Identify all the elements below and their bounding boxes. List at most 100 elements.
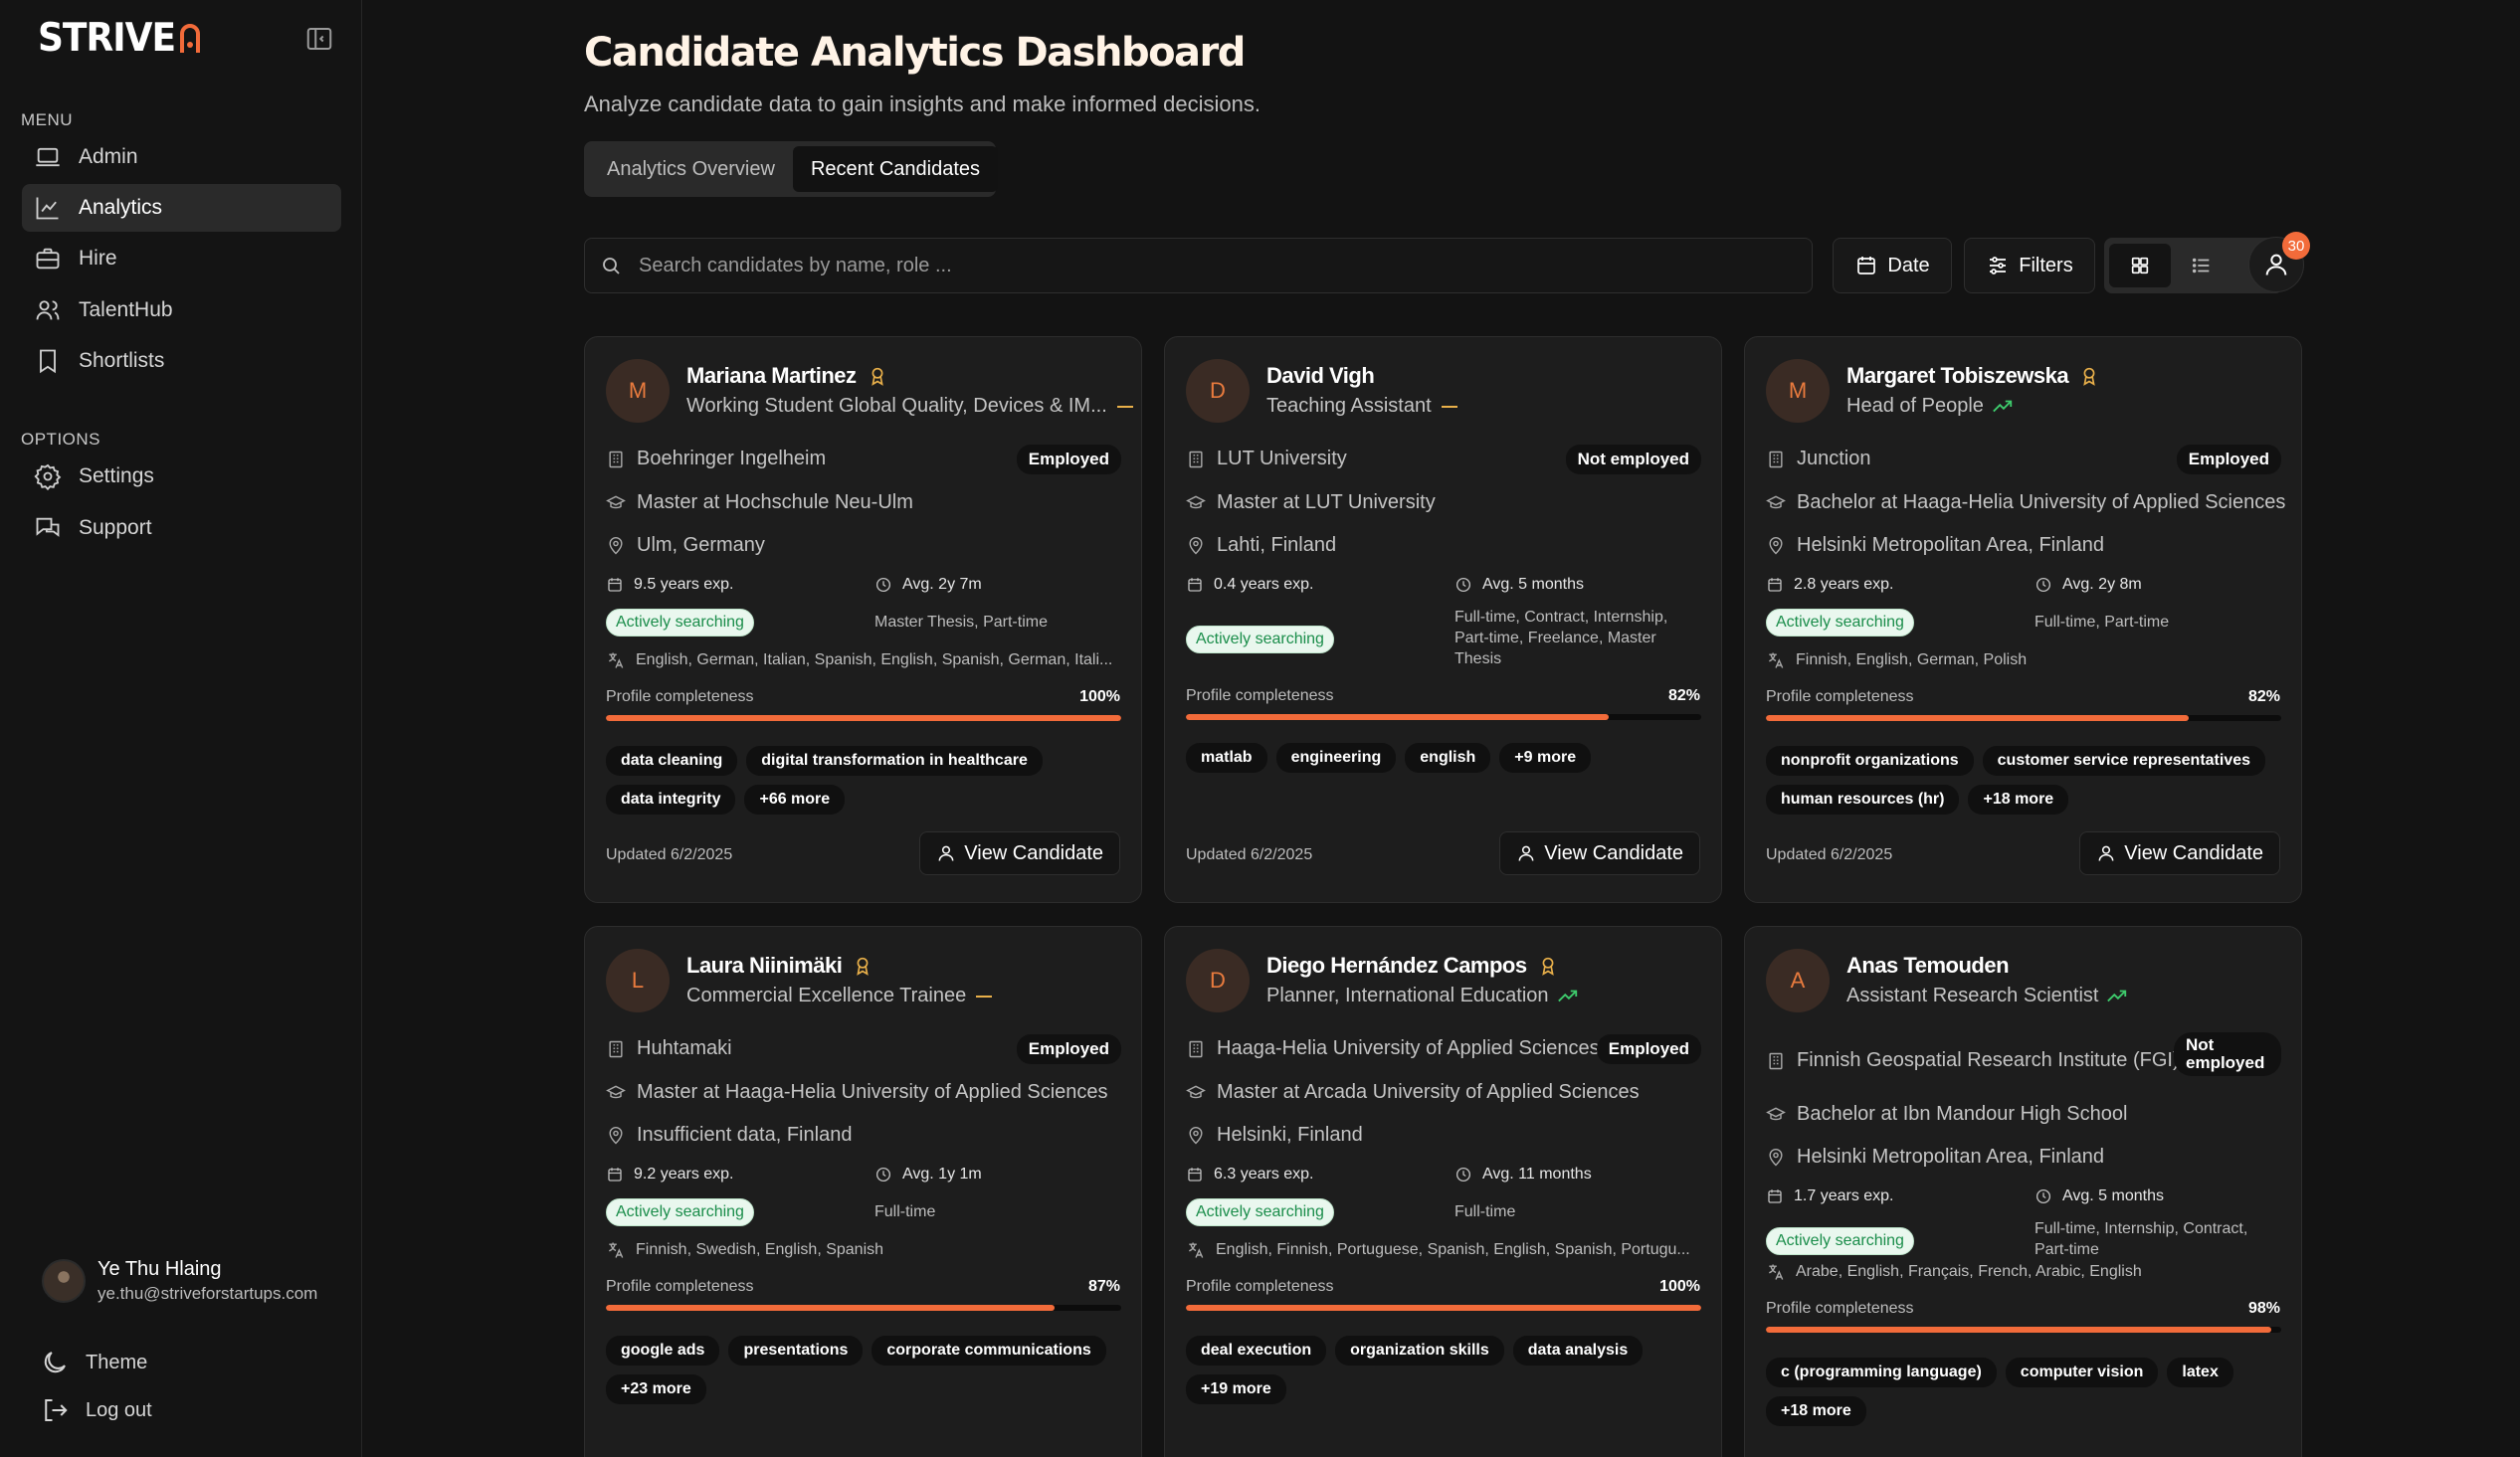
- view-candidate-button[interactable]: View Candidate: [1499, 831, 1700, 875]
- list-view-icon[interactable]: [2171, 244, 2232, 287]
- candidate-name-row[interactable]: Margaret Tobiszewska: [1846, 363, 2100, 389]
- info-row-company: Finnish Geospatial Research Institute (F…: [1766, 1049, 2180, 1072]
- location-text: Helsinki Metropolitan Area, Finland: [1797, 534, 2105, 556]
- user-name: Ye Thu Hlaing: [97, 1258, 222, 1280]
- profile-completeness-value: 82%: [2247, 688, 2280, 705]
- user-profile[interactable]: Ye Thu Hlaing ye.thu@striveforstartups.c…: [42, 1258, 317, 1304]
- building-icon: [1186, 450, 1206, 469]
- building-icon: [606, 1039, 626, 1059]
- location-text: Helsinki, Finland: [1217, 1124, 1363, 1146]
- translate-icon: [606, 1240, 626, 1260]
- candidate-card: M Mariana Martinez Working Student Global …: [584, 336, 1142, 903]
- filters-button[interactable]: Filters: [1964, 238, 2095, 293]
- candidate-name-row[interactable]: David Vigh: [1266, 363, 1375, 389]
- graduation-cap-icon: [606, 493, 626, 513]
- languages-row: Arabe, English, Français, French, Arabic…: [1766, 1262, 2142, 1282]
- tab-analytics-overview[interactable]: Analytics Overview: [589, 146, 793, 192]
- strive-logo[interactable]: STRIVE: [38, 16, 201, 61]
- tab-recent-candidates[interactable]: Recent Candidates: [792, 146, 999, 192]
- sidebar-item-admin[interactable]: Admin: [22, 133, 341, 181]
- skill-tag[interactable]: +18 more: [1766, 1396, 1866, 1426]
- sidebar-item-settings[interactable]: Settings: [22, 453, 341, 500]
- location-pin-icon: [1766, 536, 1786, 556]
- candidate-name-row[interactable]: Diego Hernández Campos: [1266, 953, 1559, 979]
- info-row-education: Bachelor at Haaga-Helia University of Ap…: [1766, 491, 2285, 514]
- skills-list: deal execution organization skills data an…: [1186, 1336, 1703, 1404]
- logout-label: Log out: [86, 1398, 152, 1421]
- sidebar-collapse-icon[interactable]: [304, 24, 334, 54]
- location-pin-icon: [606, 536, 626, 556]
- candidate-role: Commercial Excellence Trainee: [686, 985, 967, 1006]
- laptop-icon: [34, 143, 62, 171]
- candidate-role: Working Student Global Quality, Devices …: [686, 395, 1107, 417]
- skill-tag[interactable]: +18 more: [1968, 785, 2069, 815]
- building-icon: [606, 450, 626, 469]
- avatar: [42, 1259, 86, 1303]
- profile-completeness-fill: [606, 715, 1121, 721]
- sidebar-item-label: Hire: [79, 247, 117, 270]
- grid-view-icon[interactable]: [2109, 244, 2171, 287]
- award-icon: [867, 365, 888, 387]
- candidate-role: Planner, International Education: [1266, 985, 1549, 1006]
- profile-completeness-bar: [1766, 715, 2281, 721]
- profile-completeness-label: Profile completeness: [1766, 1300, 1914, 1317]
- date-button[interactable]: Date: [1833, 238, 1952, 293]
- skills-list: c (programming language) computer vision l…: [1766, 1358, 2283, 1426]
- candidate-name-row[interactable]: Mariana Martinez: [686, 363, 888, 389]
- skill-tag: matlab: [1186, 743, 1267, 773]
- notification-badge: 30: [2282, 232, 2310, 260]
- theme-toggle[interactable]: Theme: [40, 1348, 147, 1377]
- education-text: Master at Arcada University of Applied S…: [1217, 1081, 1640, 1103]
- view-candidate-button[interactable]: View Candidate: [2079, 831, 2280, 875]
- location-text: Helsinki Metropolitan Area, Finland: [1797, 1146, 2105, 1168]
- skills-list: matlab engineering english +9 more: [1186, 743, 1703, 773]
- candidate-card: D Diego Hernández Campos Planner, Internat…: [1164, 926, 1722, 1457]
- search-input[interactable]: [639, 254, 1783, 277]
- translate-icon: [1186, 1240, 1206, 1260]
- company-text: Finnish Geospatial Research Institute (F…: [1797, 1049, 2180, 1071]
- view-candidate-button[interactable]: View Candidate: [919, 831, 1120, 875]
- education-text: Bachelor at Haaga-Helia University of Ap…: [1797, 491, 2286, 513]
- company-text: Huhtamaki: [637, 1037, 732, 1059]
- profile-completeness-label: Profile completeness: [606, 1278, 754, 1295]
- page-title: Candidate Analytics Dashboard: [584, 30, 1246, 76]
- candidate-name-row[interactable]: Laura Niinimäki: [686, 953, 873, 979]
- gear-icon: [34, 462, 62, 490]
- profile-completeness-fill: [1766, 1327, 2271, 1333]
- profile-completeness-bar: [1186, 714, 1701, 720]
- candidate-avatar: A: [1766, 949, 1830, 1012]
- candidate-avatar: M: [606, 359, 670, 423]
- languages-text: Finnish, Swedish, English, Spanish: [636, 1241, 884, 1258]
- candidate-card: L Laura Niinimäki Commercial Excellence Tr…: [584, 926, 1142, 1457]
- profile-completeness-value: 100%: [1079, 688, 1120, 705]
- clock-icon: [1454, 1166, 1472, 1184]
- skill-tag: customer service representatives: [1982, 746, 2266, 776]
- sidebar-item-analytics[interactable]: Analytics: [22, 184, 341, 232]
- job-types: Master Thesis, Part-time: [874, 614, 1048, 631]
- info-row-location: Helsinki Metropolitan Area, Finland: [1766, 1146, 2104, 1169]
- sidebar-item-shortlists[interactable]: Shortlists: [22, 337, 341, 385]
- skill-tag[interactable]: +66 more: [744, 785, 846, 815]
- skills-list: google ads presentations corporate communi…: [606, 1336, 1123, 1404]
- chart-line-icon: [34, 194, 62, 222]
- candidate-name-row[interactable]: Anas Temouden: [1846, 953, 2010, 979]
- location-pin-icon: [1766, 1148, 1786, 1168]
- experience-meta: 0.4 years exp.: [1186, 576, 1314, 594]
- employment-status-badge: Not employed: [1565, 445, 1701, 474]
- sidebar-item-support[interactable]: Support: [22, 504, 341, 552]
- info-row-company: Boehringer Ingelheim: [606, 448, 826, 470]
- calendar-icon: [1766, 1187, 1784, 1205]
- candidate-name: Anas Temouden: [1846, 953, 2010, 978]
- skill-tag[interactable]: +19 more: [1186, 1374, 1286, 1404]
- menu-section-label: MENU: [21, 110, 74, 129]
- skill-tag: c (programming language): [1766, 1358, 1997, 1387]
- user-email: ye.thu@striveforstartups.com: [97, 1284, 318, 1303]
- logout-button[interactable]: Log out: [40, 1395, 152, 1425]
- sidebar-item-hire[interactable]: Hire: [22, 235, 341, 282]
- skill-tag[interactable]: +9 more: [1499, 743, 1592, 773]
- sidebar-item-talenthub[interactable]: TalentHub: [22, 286, 341, 334]
- skill-tag[interactable]: +23 more: [606, 1374, 706, 1404]
- users-icon: [34, 296, 62, 324]
- search-icon: [599, 254, 623, 277]
- info-row-location: Lahti, Finland: [1186, 534, 1336, 557]
